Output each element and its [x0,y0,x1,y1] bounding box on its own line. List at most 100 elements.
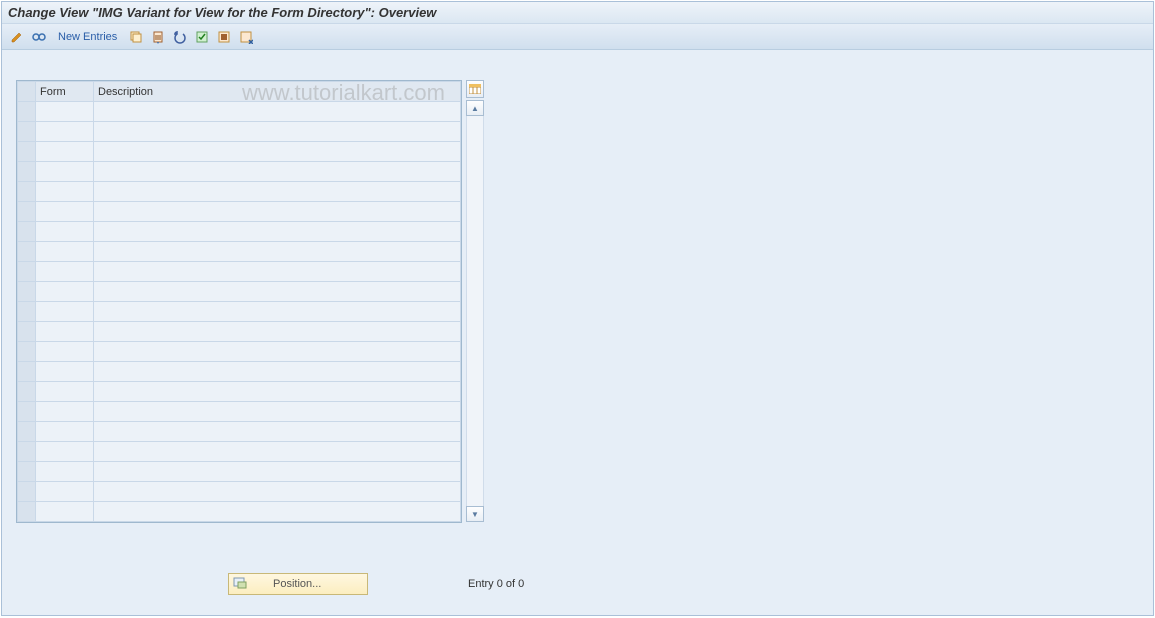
cell-description[interactable] [94,322,461,342]
cell-description[interactable] [94,402,461,422]
cell-form[interactable] [36,302,94,322]
row-selector[interactable] [18,382,36,402]
row-selector[interactable] [18,222,36,242]
new-entries-button[interactable]: New Entries [58,31,117,43]
delete-icon[interactable] [149,28,167,46]
cell-description[interactable] [94,442,461,462]
cell-form[interactable] [36,382,94,402]
cell-description[interactable] [94,362,461,382]
row-selector[interactable] [18,502,36,522]
table-row[interactable] [18,502,461,522]
table-row[interactable] [18,222,461,242]
cell-form[interactable] [36,502,94,522]
table-row[interactable] [18,262,461,282]
cell-form[interactable] [36,442,94,462]
row-selector[interactable] [18,402,36,422]
cell-description[interactable] [94,482,461,502]
cell-form[interactable] [36,342,94,362]
cell-form[interactable] [36,422,94,442]
row-selector[interactable] [18,202,36,222]
cell-form[interactable] [36,102,94,122]
cell-form[interactable] [36,402,94,422]
cell-description[interactable] [94,262,461,282]
cell-form[interactable] [36,322,94,342]
table-row[interactable] [18,162,461,182]
row-selector[interactable] [18,102,36,122]
cell-description[interactable] [94,222,461,242]
table-row[interactable] [18,482,461,502]
cell-form[interactable] [36,162,94,182]
row-selector[interactable] [18,302,36,322]
row-selector[interactable] [18,462,36,482]
row-selector[interactable] [18,282,36,302]
cell-description[interactable] [94,462,461,482]
cell-description[interactable] [94,242,461,262]
table-settings-icon[interactable] [466,80,484,98]
table-row[interactable] [18,102,461,122]
row-selector[interactable] [18,422,36,442]
cell-form[interactable] [36,362,94,382]
cell-form[interactable] [36,202,94,222]
table-row[interactable] [18,422,461,442]
cell-description[interactable] [94,142,461,162]
cell-form[interactable] [36,222,94,242]
column-form[interactable]: Form [36,82,94,102]
cell-description[interactable] [94,162,461,182]
cell-form[interactable] [36,482,94,502]
row-selector[interactable] [18,342,36,362]
cell-form[interactable] [36,142,94,162]
row-selector[interactable] [18,442,36,462]
toggle-edit-icon[interactable] [8,28,26,46]
select-block-icon[interactable] [215,28,233,46]
table-row[interactable] [18,142,461,162]
cell-form[interactable] [36,242,94,262]
cell-form[interactable] [36,182,94,202]
row-selector[interactable] [18,182,36,202]
table-row[interactable] [18,362,461,382]
table-row[interactable] [18,442,461,462]
table-row[interactable] [18,122,461,142]
scroll-track[interactable] [466,116,484,506]
table-row[interactable] [18,342,461,362]
cell-description[interactable] [94,202,461,222]
row-selector[interactable] [18,142,36,162]
cell-description[interactable] [94,182,461,202]
row-selector[interactable] [18,322,36,342]
select-all-icon[interactable] [193,28,211,46]
details-icon[interactable] [30,28,48,46]
row-selector[interactable] [18,482,36,502]
row-selector[interactable] [18,162,36,182]
row-selector[interactable] [18,122,36,142]
cell-description[interactable] [94,502,461,522]
table-row[interactable] [18,382,461,402]
table-row[interactable] [18,462,461,482]
cell-description[interactable] [94,302,461,322]
row-selector[interactable] [18,242,36,262]
copy-icon[interactable] [127,28,145,46]
selector-header[interactable] [18,82,36,102]
table-row[interactable] [18,282,461,302]
row-selector[interactable] [18,362,36,382]
scroll-down-icon[interactable]: ▼ [466,506,484,522]
cell-description[interactable] [94,382,461,402]
cell-form[interactable] [36,262,94,282]
table-row[interactable] [18,322,461,342]
cell-form[interactable] [36,462,94,482]
cell-description[interactable] [94,422,461,442]
deselect-all-icon[interactable] [237,28,255,46]
scroll-up-icon[interactable]: ▲ [466,100,484,116]
cell-description[interactable] [94,282,461,302]
table-row[interactable] [18,242,461,262]
cell-form[interactable] [36,282,94,302]
cell-description[interactable] [94,342,461,362]
table-row[interactable] [18,202,461,222]
cell-description[interactable] [94,122,461,142]
position-button[interactable]: Position... [228,573,368,595]
table-row[interactable] [18,182,461,202]
undo-icon[interactable] [171,28,189,46]
column-description[interactable]: Description [94,82,461,102]
cell-form[interactable] [36,122,94,142]
cell-description[interactable] [94,102,461,122]
table-row[interactable] [18,402,461,422]
table-row[interactable] [18,302,461,322]
